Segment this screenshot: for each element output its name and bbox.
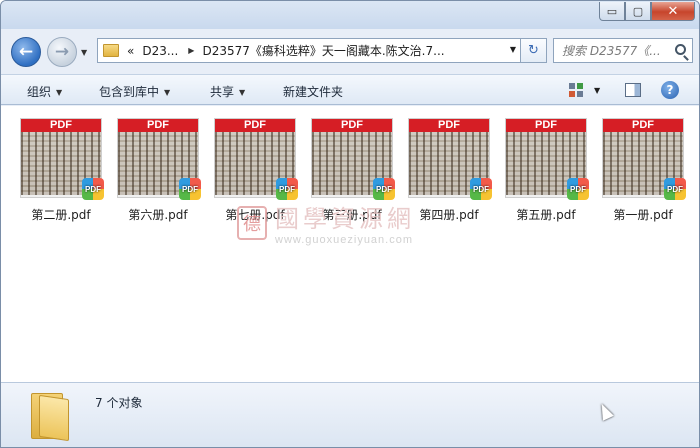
include-library-menu[interactable]: 包含到库中 ▼ xyxy=(99,83,170,100)
pdf-app-icon: PDF xyxy=(470,178,492,200)
pdf-badge-label: PDF xyxy=(182,184,198,194)
item-count: 7 个对象 xyxy=(95,396,143,410)
site-watermark: 德 國學資源網 www.guoxueziyuan.com xyxy=(237,199,415,246)
maximize-button[interactable]: ▢ xyxy=(625,2,651,21)
minimize-button[interactable]: ▭ xyxy=(599,2,625,21)
share-menu[interactable]: 共享 ▼ xyxy=(210,83,245,100)
pdf-banner: PDF xyxy=(21,119,101,132)
pdf-badge-label: PDF xyxy=(85,184,101,194)
pdf-thumbnail: PDF PDF xyxy=(408,118,492,200)
mouse-cursor-icon xyxy=(596,401,614,421)
breadcrumb-item-parent[interactable]: D23... xyxy=(142,44,178,58)
forward-button[interactable]: → xyxy=(47,37,77,67)
watermark-title: 國學資源網 xyxy=(275,205,415,233)
address-row: ← → ▼ « D23... ▶ D23577《瘍科选粹》天一阁藏本.陈文治.7… xyxy=(1,31,699,71)
pdf-app-icon: PDF xyxy=(82,178,104,200)
details-pane: 7 个对象 xyxy=(1,382,699,447)
file-name: 第六册.pdf xyxy=(128,208,188,222)
pdf-badge-label: PDF xyxy=(667,184,683,194)
file-item[interactable]: PDF PDF 第二册.pdf xyxy=(19,118,104,223)
search-input[interactable]: 搜索 D23577《... xyxy=(553,38,693,63)
explorer-window: ▭ ▢ ✕ ← → ▼ « D23... ▶ D23577《瘍科选粹》天一阁藏本… xyxy=(0,0,700,448)
new-folder-button[interactable]: 新建文件夹 xyxy=(283,83,343,100)
file-name: 第二册.pdf xyxy=(31,208,91,222)
pdf-badge-label: PDF xyxy=(279,184,295,194)
pdf-badge-label: PDF xyxy=(376,184,392,194)
folder-icon xyxy=(103,44,119,57)
view-options-dropdown[interactable]: ▼ xyxy=(594,86,600,95)
breadcrumb-separator-icon[interactable]: ▶ xyxy=(188,46,194,55)
pdf-thumbnail: PDF PDF xyxy=(20,118,104,200)
chevron-down-icon: ▼ xyxy=(239,88,246,97)
chevron-down-icon: ▼ xyxy=(164,88,171,97)
pdf-thumbnail: PDF PDF xyxy=(602,118,686,200)
pdf-app-icon: PDF xyxy=(373,178,395,200)
watermark-seal-icon: 德 xyxy=(237,205,267,240)
pdf-banner: PDF xyxy=(312,119,392,132)
recent-pages-dropdown[interactable]: ▼ xyxy=(81,48,87,57)
window-controls: ▭ ▢ ✕ xyxy=(599,2,695,21)
pdf-thumbnail: PDF PDF xyxy=(311,118,395,200)
chevron-down-icon: ▼ xyxy=(56,88,63,97)
organize-menu[interactable]: 组织 ▼ xyxy=(27,83,62,100)
pdf-app-icon: PDF xyxy=(664,178,686,200)
share-label: 共享 xyxy=(210,85,235,99)
address-dropdown[interactable]: ▼ xyxy=(510,45,516,54)
back-button[interactable]: ← xyxy=(11,37,41,67)
file-name: 第一册.pdf xyxy=(613,208,673,222)
pdf-badge-label: PDF xyxy=(473,184,489,194)
pdf-banner: PDF xyxy=(215,119,295,132)
file-item[interactable]: PDF PDF 第一册.pdf xyxy=(601,118,686,223)
pdf-app-icon: PDF xyxy=(276,178,298,200)
breadcrumb-item-current[interactable]: D23577《瘍科选粹》天一阁藏本.陈文治.7... xyxy=(202,42,444,59)
pdf-app-icon: PDF xyxy=(179,178,201,200)
preview-pane-icon[interactable] xyxy=(625,83,641,97)
pdf-banner: PDF xyxy=(603,119,683,132)
folder-icon xyxy=(31,389,71,442)
help-icon[interactable]: ? xyxy=(661,81,679,99)
change-view-icon[interactable] xyxy=(569,83,583,97)
pdf-banner: PDF xyxy=(409,119,489,132)
pdf-thumbnail: PDF PDF xyxy=(117,118,201,200)
refresh-button[interactable]: ↻ xyxy=(521,38,547,63)
file-name: 第五册.pdf xyxy=(516,208,576,222)
organize-label: 组织 xyxy=(27,85,52,99)
pdf-banner: PDF xyxy=(506,119,586,132)
include-library-label: 包含到库中 xyxy=(99,85,160,99)
pdf-thumbnail: PDF PDF xyxy=(505,118,589,200)
watermark-url: www.guoxueziyuan.com xyxy=(275,234,414,246)
title-bar: ▭ ▢ ✕ xyxy=(1,1,699,29)
address-bar[interactable]: « D23... ▶ D23577《瘍科选粹》天一阁藏本.陈文治.7... ▼ xyxy=(97,38,521,63)
close-button[interactable]: ✕ xyxy=(651,2,695,21)
pdf-thumbnail: PDF PDF xyxy=(214,118,298,200)
search-placeholder: 搜索 D23577《... xyxy=(562,44,661,58)
file-item[interactable]: PDF PDF 第五册.pdf xyxy=(504,118,589,223)
file-item[interactable]: PDF PDF 第六册.pdf xyxy=(116,118,201,223)
file-name: 第四册.pdf xyxy=(419,208,479,222)
pdf-banner: PDF xyxy=(118,119,198,132)
file-list-pane[interactable]: PDF PDF 第二册.pdf PDF PDF 第六册.pdf PDF PDF … xyxy=(1,106,699,382)
breadcrumb-overflow[interactable]: « xyxy=(127,44,134,58)
file-item[interactable]: PDF PDF 第四册.pdf xyxy=(407,118,492,223)
pdf-badge-label: PDF xyxy=(570,184,586,194)
watermark-text: 國學資源網 www.guoxueziyuan.com xyxy=(275,199,415,246)
search-icon[interactable] xyxy=(675,44,686,55)
pdf-app-icon: PDF xyxy=(567,178,589,200)
command-bar: 组织 ▼ 包含到库中 ▼ 共享 ▼ 新建文件夹 ▼ ? xyxy=(1,74,699,105)
